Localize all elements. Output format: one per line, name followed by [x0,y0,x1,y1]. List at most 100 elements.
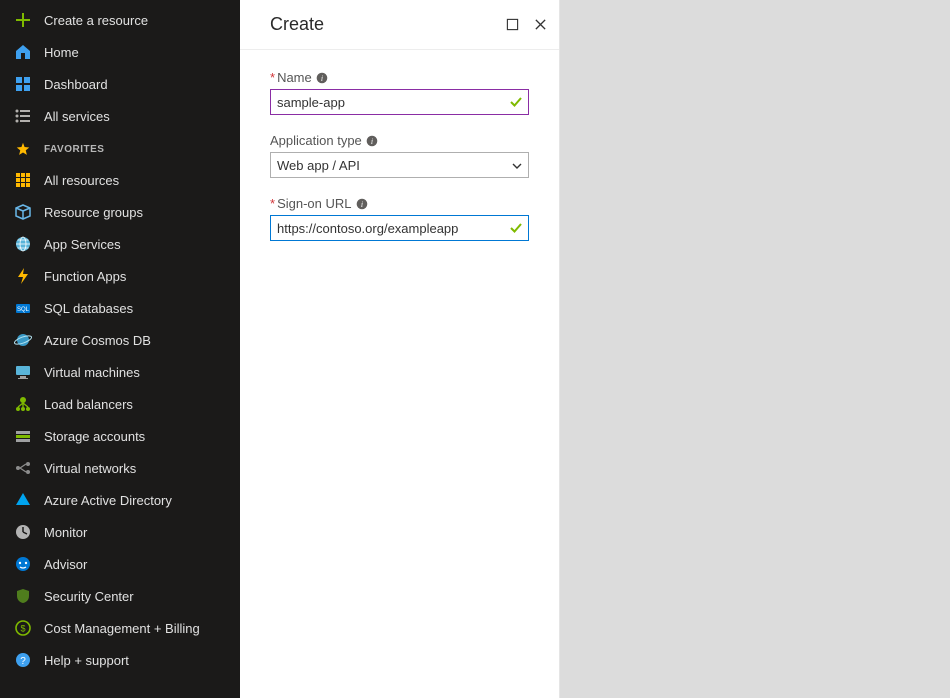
signon-url-input[interactable] [270,215,529,241]
lightning-icon [14,267,32,285]
sidebar-item-help-support[interactable]: ? Help + support [0,644,240,676]
info-icon[interactable]: i [366,135,378,147]
sidebar-item-home[interactable]: Home [0,36,240,68]
required-indicator: * [270,70,275,85]
monitor-icon [14,523,32,541]
advisor-icon [14,555,32,573]
field-app-type: Application type i Web app / API [270,133,529,178]
panel-body: * Name i Application type i [240,50,559,279]
sidebar-item-label: Create a resource [44,13,148,28]
sidebar-item-advisor[interactable]: Advisor [0,548,240,580]
sidebar-item-sql-databases[interactable]: SQL SQL databases [0,292,240,324]
name-input[interactable] [270,89,529,115]
outer-area [560,0,950,698]
field-name: * Name i [270,70,529,115]
cost-icon: $ [14,619,32,637]
grid-icon [14,171,32,189]
sidebar-item-label: Resource groups [44,205,143,220]
sidebar-item-label: Load balancers [44,397,133,412]
sidebar-item-security-center[interactable]: Security Center [0,580,240,612]
sidebar-item-create-resource[interactable]: Create a resource [0,4,240,36]
sidebar-item-label: All resources [44,173,119,188]
network-icon [14,459,32,477]
star-icon [14,140,32,158]
select-wrap: Web app / API [270,152,529,178]
shield-icon [14,587,32,605]
sidebar-item-cost-management[interactable]: $ Cost Management + Billing [0,612,240,644]
check-icon [509,95,523,109]
sidebar-item-label: Virtual machines [44,365,140,380]
field-input-wrap [270,89,529,115]
svg-text:i: i [360,200,362,209]
favorites-label: FAVORITES [44,144,104,155]
panel-title: Create [270,14,324,35]
list-icon [14,107,32,125]
plus-icon [14,11,32,29]
help-icon: ? [14,651,32,669]
sidebar-item-label: Help + support [44,653,129,668]
sidebar-item-all-services[interactable]: All services [0,100,240,132]
check-icon [509,221,523,235]
sidebar-item-label: Function Apps [44,269,126,284]
field-label-row: Application type i [270,133,529,148]
info-icon[interactable]: i [316,72,328,84]
required-indicator: * [270,196,275,211]
svg-text:?: ? [20,656,26,667]
sidebar-item-load-balancers[interactable]: Load balancers [0,388,240,420]
sidebar-item-label: Security Center [44,589,134,604]
sidebar-item-label: Storage accounts [44,429,145,444]
sidebar-item-label: Monitor [44,525,87,540]
cosmos-icon [14,331,32,349]
field-label-row: * Name i [270,70,529,85]
vm-icon [14,363,32,381]
favorites-header: FAVORITES [0,134,240,164]
svg-text:i: i [321,74,323,83]
sidebar-item-label: Virtual networks [44,461,136,476]
sidebar-item-dashboard[interactable]: Dashboard [0,68,240,100]
field-label: Application type [270,133,362,148]
create-panel: Create * Name i [240,0,560,698]
field-label: Sign-on URL [277,196,351,211]
sidebar-item-label: Cost Management + Billing [44,621,200,636]
svg-text:SQL: SQL [17,307,30,313]
svg-text:$: $ [20,624,25,634]
panel-actions [505,18,547,32]
sidebar-item-all-resources[interactable]: All resources [0,164,240,196]
dashboard-icon [14,75,32,93]
sql-icon: SQL [14,299,32,317]
sidebar-item-cosmos-db[interactable]: Azure Cosmos DB [0,324,240,356]
home-icon [14,43,32,61]
sidebar-item-function-apps[interactable]: Function Apps [0,260,240,292]
sidebar-item-storage-accounts[interactable]: Storage accounts [0,420,240,452]
sidebar-item-label: Azure Cosmos DB [44,333,151,348]
field-input-wrap [270,215,529,241]
azure-ad-icon [14,491,32,509]
sidebar-item-label: SQL databases [44,301,133,316]
svg-text:i: i [371,137,373,146]
maximize-icon[interactable] [505,18,519,32]
close-icon[interactable] [533,18,547,32]
sidebar: Create a resource Home Dashboard All ser… [0,0,240,698]
load-balancer-icon [14,395,32,413]
sidebar-item-label: App Services [44,237,121,252]
globe-icon [14,235,32,253]
info-icon[interactable]: i [356,198,368,210]
cube-icon [14,203,32,221]
field-signon-url: * Sign-on URL i [270,196,529,241]
sidebar-item-azure-ad[interactable]: Azure Active Directory [0,484,240,516]
sidebar-item-label: Azure Active Directory [44,493,172,508]
storage-icon [14,427,32,445]
sidebar-item-label: All services [44,109,110,124]
sidebar-item-monitor[interactable]: Monitor [0,516,240,548]
sidebar-item-virtual-networks[interactable]: Virtual networks [0,452,240,484]
field-label: Name [277,70,312,85]
sidebar-item-app-services[interactable]: App Services [0,228,240,260]
sidebar-item-label: Advisor [44,557,87,572]
panel-header: Create [240,0,559,50]
field-label-row: * Sign-on URL i [270,196,529,211]
app-type-select[interactable]: Web app / API [270,152,529,178]
sidebar-item-label: Home [44,45,79,60]
sidebar-item-label: Dashboard [44,77,108,92]
sidebar-item-virtual-machines[interactable]: Virtual machines [0,356,240,388]
sidebar-item-resource-groups[interactable]: Resource groups [0,196,240,228]
